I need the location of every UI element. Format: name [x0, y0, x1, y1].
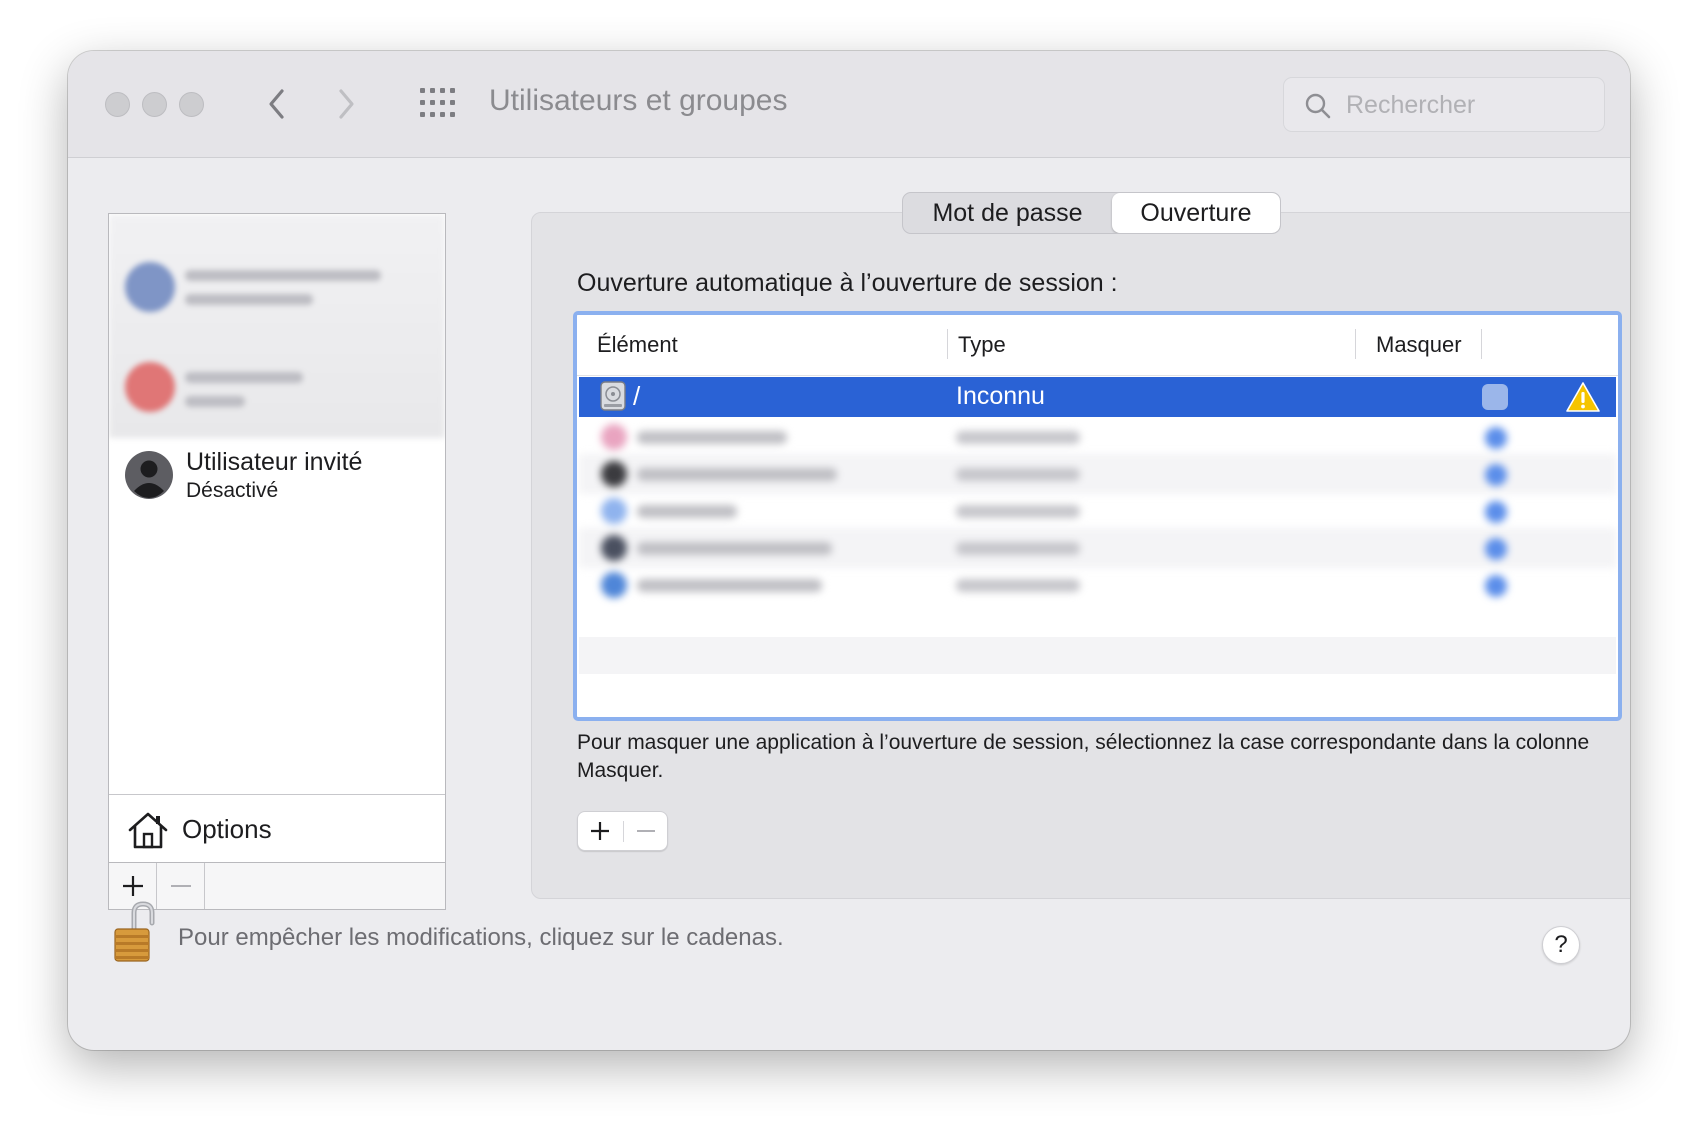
tab-password[interactable]: Mot de passe [903, 193, 1112, 233]
grid-icon[interactable] [419, 87, 457, 119]
minus-icon [637, 830, 655, 832]
minimize-button[interactable] [142, 92, 167, 117]
guest-user-row[interactable]: Utilisateur invité Désactivé [109, 438, 445, 518]
column-header-element[interactable]: Élément [597, 332, 678, 358]
remove-user-button[interactable] [157, 863, 205, 909]
back-icon[interactable] [257, 79, 297, 129]
hide-checkbox[interactable] [1482, 384, 1508, 410]
blurred-login-items [579, 417, 1616, 637]
plus-icon [591, 822, 609, 840]
empty-table-area [579, 637, 1616, 713]
help-button[interactable]: ? [1542, 926, 1580, 964]
house-icon [127, 811, 169, 849]
search-icon [1304, 92, 1332, 120]
tab-control: Mot de passe Ouverture [902, 192, 1281, 234]
users-list[interactable]: Utilisateur invité Désactivé Options [108, 213, 446, 910]
search-field[interactable] [1283, 77, 1605, 133]
forward-icon[interactable] [326, 79, 366, 129]
remove-login-item-button[interactable] [624, 812, 669, 850]
login-options-row[interactable]: Options [109, 794, 445, 863]
login-items-heading: Ouverture automatique à l’ouverture de s… [577, 269, 1118, 297]
row-item-type: Inconnu [956, 382, 1045, 410]
title-bar: Utilisateurs et groupes [68, 51, 1630, 158]
plus-icon [123, 876, 143, 896]
options-label: Options [182, 814, 272, 844]
guest-user-name: Utilisateur invité [186, 448, 363, 476]
column-header-type[interactable]: Type [958, 332, 1006, 358]
add-login-item-button[interactable] [578, 812, 623, 850]
preferences-window: Utilisateurs et groupes Rechercher Utili… [68, 51, 1630, 1050]
disk-icon [599, 381, 627, 411]
close-button[interactable] [105, 92, 130, 117]
login-items-add-remove [577, 811, 668, 851]
warning-icon [1565, 381, 1601, 413]
user-avatar-icon [125, 451, 173, 499]
guest-user-status: Désactivé [186, 479, 279, 502]
search-input[interactable] [1344, 78, 1598, 133]
login-items-table[interactable]: Élément Type Masquer / Inconnu [573, 311, 1622, 721]
tab-login-items[interactable]: Ouverture [1112, 193, 1280, 233]
hide-instructions: Pour masquer une application à l’ouvertu… [577, 731, 1590, 782]
window-title: Utilisateurs et groupes [489, 84, 788, 117]
lock-icon[interactable] [112, 901, 162, 963]
column-header-hide[interactable]: Masquer [1376, 332, 1462, 358]
minus-icon [171, 885, 191, 887]
lock-message: Pour empêcher les modifications, cliquez… [178, 924, 784, 951]
row-item-name: / [633, 381, 641, 411]
table-header: Élément Type Masquer [577, 315, 1618, 376]
zoom-button[interactable] [179, 92, 204, 117]
blurred-user-entries [109, 214, 445, 438]
table-row[interactable]: / Inconnu [579, 377, 1616, 417]
